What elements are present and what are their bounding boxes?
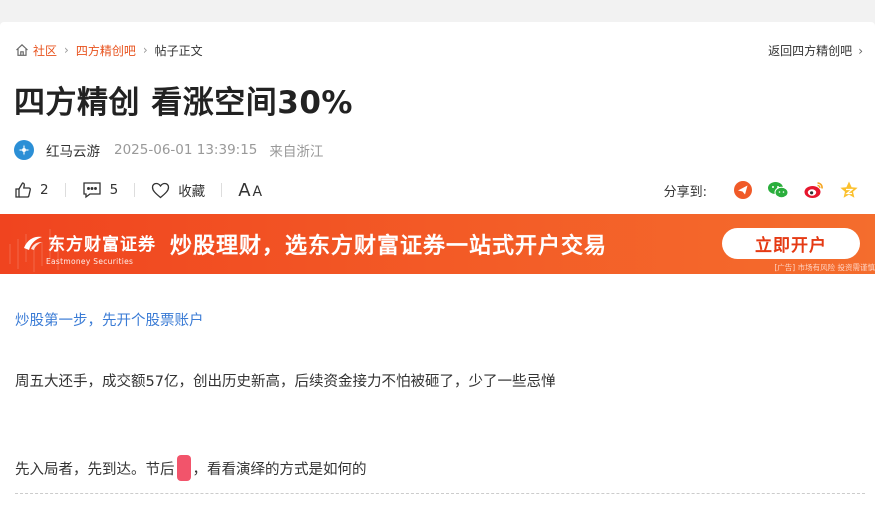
comment-button[interactable]: 5 [82, 181, 119, 199]
share-label: 分享到: [663, 184, 707, 200]
post-paragraph: 先入局者，先到达。节后 ，看看演绎的方式是如何的 [15, 455, 367, 481]
content-divider [15, 493, 865, 494]
brand-cn: 东方财富证券 [48, 235, 156, 255]
breadcrumb-current: 帖子正文 [154, 43, 203, 58]
breadcrumb-home-link[interactable]: 社区 [33, 42, 57, 59]
author-name[interactable]: 红马云游 [46, 140, 100, 160]
brand-logo: 东方财富证券 Eastmoney Securities [22, 230, 156, 266]
eastmoney-logo-icon [24, 236, 42, 250]
like-button[interactable]: 2 [14, 181, 49, 199]
post-time: 2025-06-01 13:39:15 [114, 142, 258, 158]
like-count: 2 [40, 182, 49, 198]
heart-icon [152, 182, 170, 198]
divider [221, 183, 223, 197]
weibo-icon[interactable] [803, 180, 825, 200]
share-bar: 分享到: [664, 177, 859, 203]
action-bar: 2 5 收藏 A A [14, 177, 262, 203]
ad-disclaimer: [广告] 市场有风险 投资需谨慎 [774, 263, 875, 272]
post-location: 来自浙江 [269, 144, 324, 160]
banner-slogan: 炒股理财，选东方财富证券一站式开户交易 [170, 234, 608, 259]
promo-link[interactable]: 炒股第一步，先开个股票账户 [15, 309, 204, 330]
comment-icon [82, 182, 101, 199]
home-icon[interactable] [15, 43, 29, 57]
avatar[interactable] [14, 140, 34, 160]
ad-banner[interactable]: 东方财富证券 Eastmoney Securities 炒股理财，选东方财富证券… [0, 214, 875, 274]
chevron-right-icon: › [858, 43, 863, 58]
favorite-label: 收藏 [178, 184, 206, 200]
back-link-label: 返回四方精创吧 [768, 44, 853, 58]
breadcrumb-forum-link[interactable]: 四方精创吧 [76, 42, 136, 59]
redaction-mark [176, 455, 191, 481]
comment-count: 5 [109, 182, 119, 198]
favorite-button[interactable]: 收藏 [151, 180, 205, 200]
author-row: 红马云游 2025-06-01 13:39:15 来自浙江 [14, 138, 323, 162]
paragraph-text: 先入局者，先到达。节后 [15, 461, 175, 478]
breadcrumb: 社区 › 四方精创吧 › 帖子正文 [15, 42, 203, 58]
open-account-button[interactable]: 立即开户 [722, 228, 860, 259]
thumbs-up-icon [15, 182, 31, 198]
divider [134, 183, 136, 197]
divider [64, 183, 66, 197]
chevron-right-icon: › [64, 43, 69, 57]
back-to-forum-link[interactable]: 返回四方精创吧 › [768, 42, 863, 59]
chevron-right-icon: › [142, 43, 148, 57]
qzone-star-icon[interactable] [839, 180, 859, 200]
font-size-toggle[interactable]: A A [238, 180, 262, 201]
font-small-label: A [252, 183, 263, 200]
send-icon[interactable] [733, 180, 753, 200]
wechat-icon[interactable] [767, 180, 789, 200]
brand-en: Eastmoney Securities [46, 257, 134, 266]
post-title: 四方精创 看涨空间30% [14, 85, 353, 121]
post-paragraph: 周五大还手，成交额57亿，创出历史新高，后续资金接力不怕被砸了，少了一些忌惮 [15, 374, 556, 390]
post-card: 社区 › 四方精创吧 › 帖子正文 返回四方精创吧 › 四方精创 看涨空间30%… [0, 22, 875, 507]
paragraph-text: ，看看演绎的方式是如何的 [192, 461, 367, 478]
font-large-label: A [238, 179, 251, 201]
